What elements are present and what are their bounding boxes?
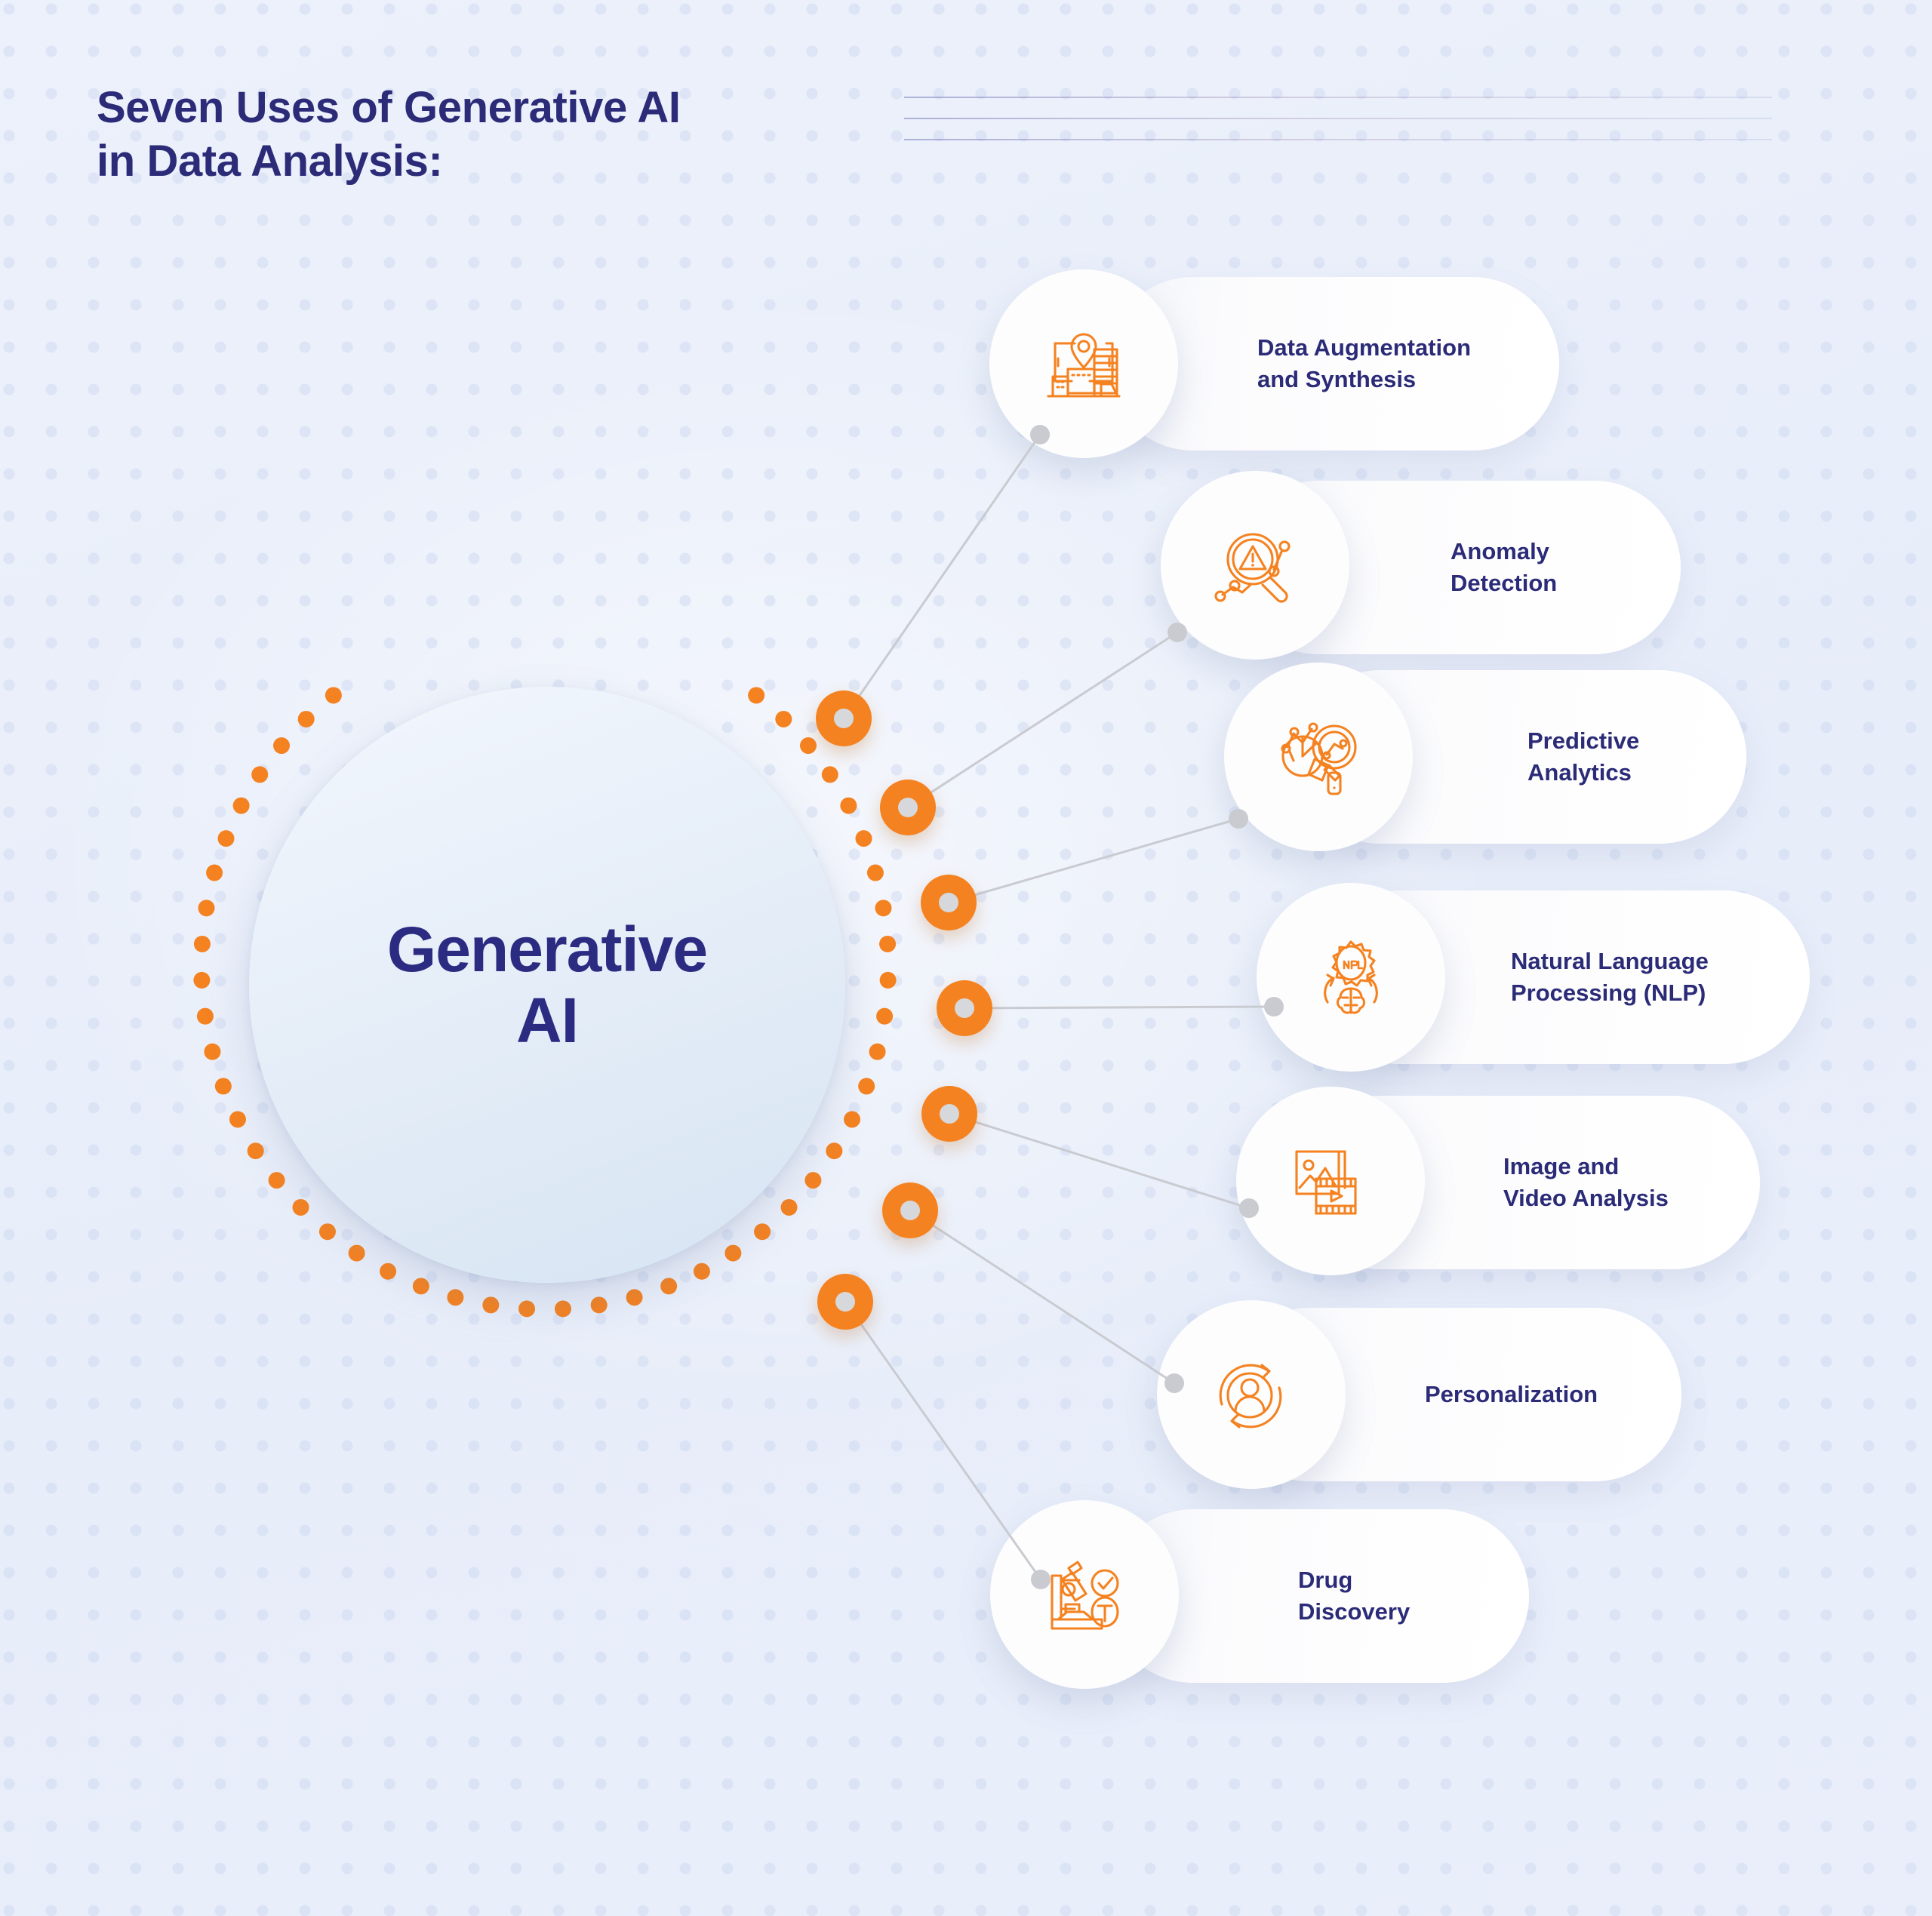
dotted-ring-dot: [292, 1198, 309, 1216]
item-bubble-3[interactable]: [1224, 663, 1413, 851]
dotted-ring-dot: [844, 1111, 861, 1128]
dotted-ring-dot: [855, 830, 872, 847]
dotted-ring-dot: [214, 1078, 232, 1095]
dotted-ring-dot: [348, 1244, 365, 1262]
dotted-ring-dot: [518, 1300, 536, 1318]
item-label-2: Anomaly Detection: [1451, 538, 1558, 596]
dotted-ring-dot: [775, 710, 792, 727]
hub-node-6[interactable]: [882, 1183, 938, 1238]
dotted-ring-dot: [879, 971, 897, 989]
dotted-ring-dot: [780, 1198, 798, 1216]
dotted-ring-dot: [217, 830, 235, 847]
hub-node-1[interactable]: [816, 690, 872, 746]
dotted-ring-dot: [268, 1172, 285, 1189]
item-label-1: Data Augmentation and Synthesis: [1257, 334, 1472, 392]
dotted-ring-dot: [247, 1143, 264, 1160]
dotted-ring-dot: [273, 737, 291, 755]
dotted-ring-dot: [826, 1143, 843, 1160]
decorative-rule: [904, 97, 1772, 98]
user-refresh-cycle-icon: [1202, 1346, 1300, 1444]
dotted-ring-dot: [869, 1043, 886, 1060]
dotted-ring-dot: [660, 1278, 678, 1295]
dotted-ring-dot: [804, 1172, 822, 1189]
hub-node-5[interactable]: [921, 1086, 977, 1142]
dotted-ring-dot: [879, 935, 897, 952]
dotted-ring-dot: [748, 687, 765, 704]
decorative-rule: [904, 139, 1772, 140]
dotted-ring-dot: [724, 1244, 742, 1262]
dotted-ring-dot: [626, 1289, 643, 1306]
item-label-7: Drug Discovery: [1298, 1567, 1411, 1625]
dotted-ring-dot: [866, 864, 884, 881]
dotted-ring-dot: [204, 1043, 221, 1060]
dotted-ring-dot: [482, 1296, 500, 1314]
magnifier-warning-chart-icon: [1206, 516, 1304, 614]
dotted-ring-dot: [840, 797, 857, 814]
hub-node-7[interactable]: [817, 1274, 873, 1330]
dotted-ring-dot: [325, 687, 342, 704]
item-label-4: Natural Language Processing (NLP): [1511, 948, 1709, 1006]
dotted-ring-dot: [380, 1262, 397, 1280]
item-label-5: Image and Video Analysis: [1503, 1153, 1669, 1211]
item-bubble-1[interactable]: [989, 269, 1178, 458]
item-bubble-4[interactable]: [1257, 883, 1445, 1072]
hub-node-2[interactable]: [880, 780, 936, 835]
dotted-ring-dot: [693, 1262, 710, 1280]
header-decorative-rules: [904, 97, 1772, 140]
dotted-ring-dot: [193, 971, 211, 989]
dotted-ring-dot: [232, 797, 250, 814]
decorative-rule: [904, 118, 1772, 119]
item-label-3: Predictive Analytics: [1527, 727, 1640, 786]
dotted-ring-dot: [206, 864, 223, 881]
dotted-ring-dot: [412, 1278, 429, 1295]
dotted-ring-dot: [447, 1289, 464, 1306]
dotted-ring-dot: [229, 1111, 246, 1128]
header: Seven Uses of Generative AI in Data Anal…: [97, 81, 927, 189]
photo-filmstrip-icon: [1281, 1132, 1380, 1230]
nlp-gear-brain-icon: [1302, 928, 1400, 1026]
dotted-ring-dot: [754, 1223, 771, 1241]
dotted-ring-dot: [193, 935, 211, 952]
dotted-ring-dot: [821, 766, 838, 783]
hub-circle: Generative AI: [249, 687, 845, 1283]
hub-node-4[interactable]: [937, 980, 992, 1036]
microscope-pill-check-icon: [1035, 1545, 1134, 1644]
page-title: Seven Uses of Generative AI in Data Anal…: [97, 83, 681, 186]
dotted-ring-dot: [799, 737, 817, 755]
item-bubble-5[interactable]: [1236, 1087, 1425, 1275]
dotted-ring-dot: [251, 766, 269, 783]
dotted-ring-dot: [318, 1223, 336, 1241]
dotted-ring-dot: [297, 710, 315, 727]
dotted-ring-dot: [590, 1296, 608, 1314]
pie-chart-magnifier-icon: [1269, 708, 1367, 806]
dotted-ring-dot: [876, 1007, 894, 1025]
dotted-ring-dot: [858, 1078, 875, 1095]
dotted-ring-dot: [198, 900, 215, 917]
item-bubble-6[interactable]: [1157, 1300, 1346, 1489]
dotted-ring-dot: [875, 900, 892, 917]
hub-label: Generative AI: [386, 913, 708, 1056]
city-location-pin-icon: [1035, 315, 1133, 413]
dotted-ring-dot: [196, 1007, 214, 1025]
item-bubble-2[interactable]: [1161, 471, 1349, 660]
item-bubble-7[interactable]: [990, 1500, 1179, 1689]
item-label-6: Personalization: [1425, 1381, 1598, 1408]
dotted-ring-dot: [554, 1300, 571, 1318]
hub-node-3[interactable]: [921, 875, 977, 930]
